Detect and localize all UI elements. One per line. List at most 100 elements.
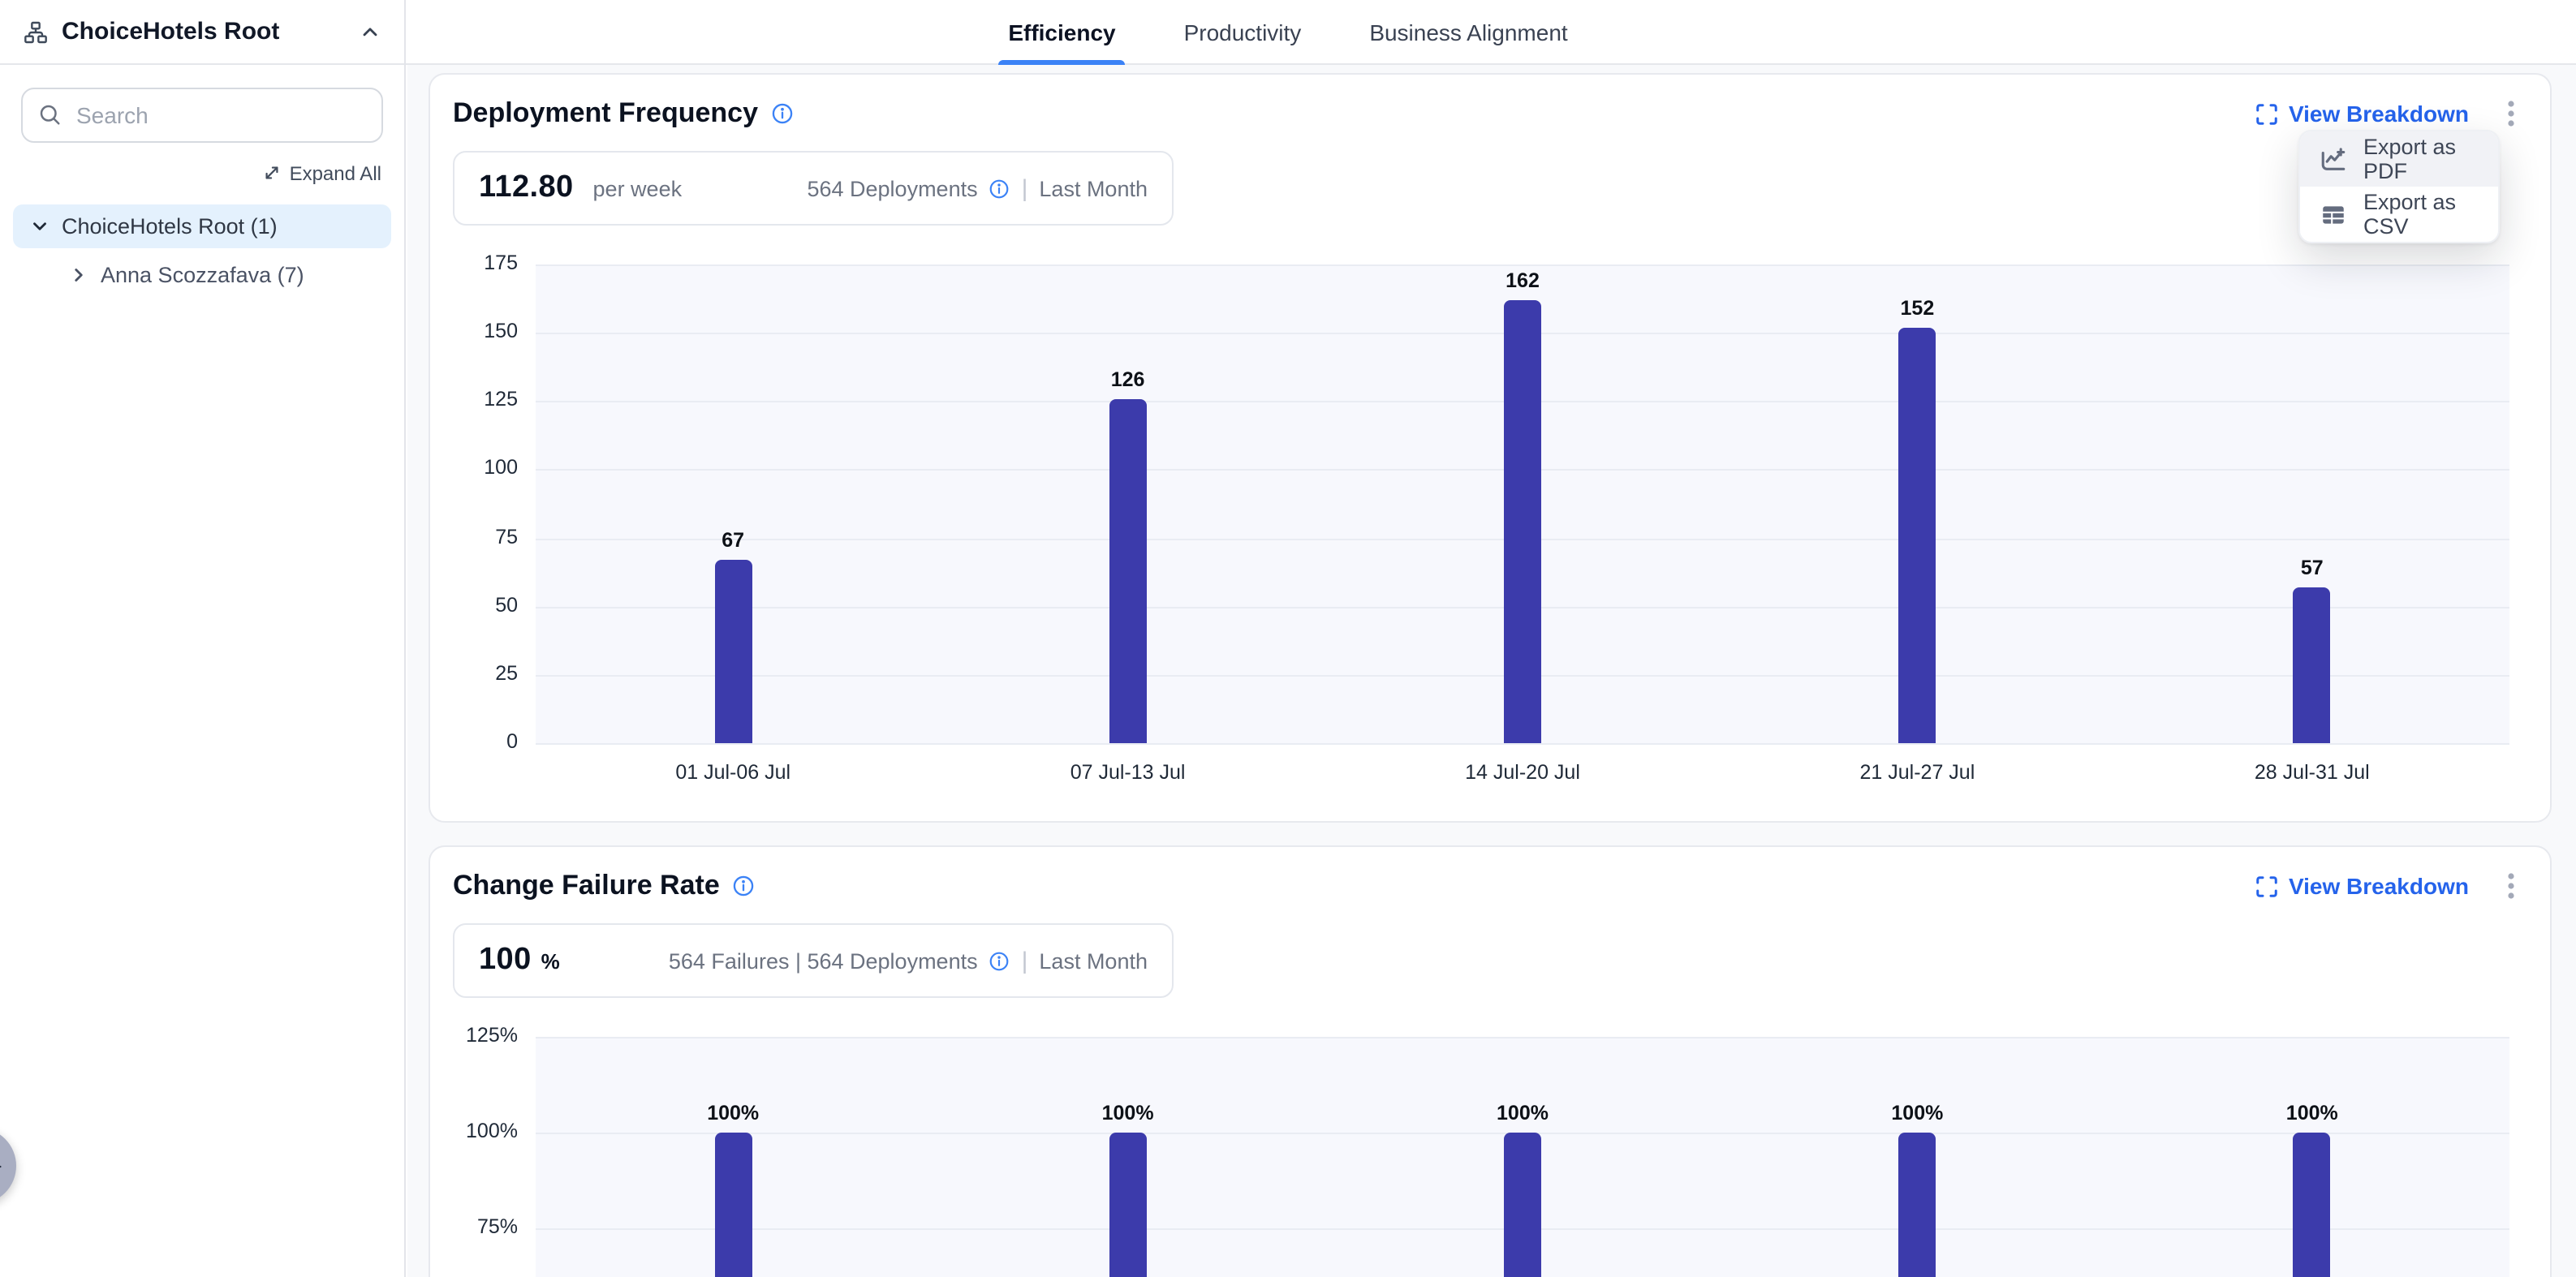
sidebar: ChoiceHotels Root Expand All <box>0 0 406 1277</box>
bar[interactable] <box>2294 587 2331 743</box>
stat-meta: 564 Failures | 564 Deployments | Last Mo… <box>669 947 1148 974</box>
y-axis-tick-label: 100% <box>466 1120 518 1142</box>
app-root: Efficiency Productivity Business Alignme… <box>0 0 2576 1277</box>
x-axis-label: 07 Jul-13 Jul <box>1070 761 1186 784</box>
x-axis: 01 Jul-06 Jul 07 Jul-13 Jul 14 Jul-20 Jul 2… <box>536 743 2509 795</box>
info-icon[interactable] <box>989 178 1010 199</box>
metric-card-deployment-frequency: Deployment Frequency <box>429 73 2552 823</box>
tab-label: Business Alignment <box>1369 19 1567 45</box>
plot-area: 6712616215257 <box>536 264 2509 743</box>
bar-value-label: 126 <box>1111 368 1145 390</box>
y-axis-tick-label: 75% <box>477 1215 518 1238</box>
y-axis-tick-label: 125% <box>466 1024 518 1047</box>
stat-meta-divider: | <box>1022 947 1028 974</box>
x-axis-label: 28 Jul-31 Jul <box>2255 761 2370 784</box>
expand-all-button[interactable]: Expand All <box>264 161 381 184</box>
kebab-menu-icon <box>2498 871 2524 901</box>
chevron-up-icon <box>359 20 381 43</box>
bar[interactable] <box>1109 1133 1147 1277</box>
tree-item-anna-scozzafava[interactable]: Anna Scozzafava (7) <box>52 253 391 297</box>
stat-meta-divider: | <box>1022 174 1028 202</box>
tab-efficiency[interactable]: Efficiency <box>998 0 1125 63</box>
chevron-right-icon[interactable] <box>68 264 89 286</box>
bar-value-label: 57 <box>2301 557 2324 579</box>
menu-item-export-pdf[interactable]: Export as PDF <box>2300 131 2498 187</box>
main-content: Deployment Frequency <box>407 65 2576 1277</box>
card-title: Change Failure Rate <box>453 870 720 902</box>
bar-value-label: 100% <box>707 1102 759 1124</box>
more-options-button[interactable] <box>2495 868 2527 904</box>
info-icon[interactable] <box>989 950 1010 971</box>
bar[interactable] <box>714 560 752 743</box>
bar[interactable] <box>1109 398 1147 743</box>
x-axis-label: 14 Jul-20 Jul <box>1465 761 1580 784</box>
info-icon[interactable] <box>733 875 756 897</box>
expand-corners-icon <box>2255 874 2279 898</box>
stat-value: 100 <box>479 943 532 978</box>
y-axis-tick-label: 125 <box>484 389 518 411</box>
org-tree: ChoiceHotels Root (1) Anna Scozzafava (7… <box>0 204 404 297</box>
stat-meta-period: Last Month <box>1039 176 1148 200</box>
card-header: Deployment Frequency <box>453 92 2527 135</box>
stat-meta-period: Last Month <box>1039 948 1148 973</box>
chevron-down-icon[interactable] <box>29 216 50 237</box>
triangle-right-icon <box>0 1156 2 1176</box>
card-actions: View Breakdown <box>2255 96 2527 131</box>
bar[interactable] <box>1504 300 1541 743</box>
expand-all-label: Expand All <box>290 161 381 184</box>
x-axis-label: 21 Jul-27 Jul <box>1860 761 1975 784</box>
view-breakdown-label: View Breakdown <box>2289 873 2469 899</box>
tab-business-alignment[interactable]: Business Alignment <box>1359 0 1577 63</box>
bar[interactable] <box>714 1133 752 1277</box>
gridline <box>536 264 2509 266</box>
tab-productivity[interactable]: Productivity <box>1174 0 1312 63</box>
stat-meta-text: 564 Failures | 564 Deployments <box>669 948 978 973</box>
bar[interactable] <box>1504 1133 1541 1277</box>
expand-corners-icon <box>2255 101 2279 126</box>
tree-item-choicehotels-root[interactable]: ChoiceHotels Root (1) <box>13 204 391 248</box>
bar-value-label: 162 <box>1506 269 1540 292</box>
stat-summary: 112.80 per week 564 Deployments | Last M… <box>453 151 1174 226</box>
info-icon[interactable] <box>771 102 794 125</box>
kebab-menu-icon <box>2498 99 2524 128</box>
stat-suffix: % <box>541 949 560 974</box>
search-box <box>21 88 383 143</box>
sidebar-collapse-button[interactable] <box>355 17 385 46</box>
y-axis-tick-label: 0 <box>506 730 518 753</box>
card-title: Deployment Frequency <box>453 97 758 130</box>
bar[interactable] <box>1898 1133 1936 1277</box>
y-axis-tick-label: 25 <box>495 662 518 685</box>
stat-meta-text: 564 Deployments <box>807 176 977 200</box>
bar[interactable] <box>2294 1133 2331 1277</box>
stat-unit: per week <box>593 177 683 201</box>
card-actions: View Breakdown <box>2255 868 2527 904</box>
tab-bar: Efficiency Productivity Business Alignme… <box>998 0 1577 63</box>
x-axis-label: 01 Jul-06 Jul <box>675 761 790 784</box>
y-axis-tick-label: 150 <box>484 320 518 342</box>
bar-value-label: 152 <box>1901 297 1935 320</box>
stat-summary: 100 % 564 Failures | 564 Deployments | L… <box>453 923 1174 998</box>
export-menu: Export as PDF Export as CSV <box>2298 130 2500 243</box>
gridline <box>536 1037 2509 1038</box>
tab-label: Efficiency <box>1008 19 1115 45</box>
more-options-button[interactable] <box>2495 96 2527 131</box>
tab-label: Productivity <box>1184 19 1302 45</box>
chart-line-plus-icon <box>2320 145 2347 173</box>
y-axis-tick-label: 100 <box>484 457 518 479</box>
expand-all-row: Expand All <box>23 161 381 190</box>
bar[interactable] <box>1898 328 1936 743</box>
menu-item-export-csv[interactable]: Export as CSV <box>2300 187 2498 242</box>
hierarchy-icon <box>23 19 49 45</box>
search-input[interactable] <box>21 88 383 143</box>
plot-area: 100%100%100%100%100% <box>536 1037 2509 1277</box>
expand-diagonal-icon <box>264 164 282 182</box>
y-axis-tick-label: 175 <box>484 252 518 274</box>
view-breakdown-link[interactable]: View Breakdown <box>2255 101 2469 127</box>
stat-meta: 564 Deployments | Last Month <box>807 174 1148 202</box>
search-icon <box>37 102 62 127</box>
change-failure-rate-bar-chart: 125%100%75%50%25%0%100%100%100%100%100%0… <box>453 1037 2527 1277</box>
view-breakdown-link[interactable]: View Breakdown <box>2255 873 2469 899</box>
y-axis: 125%100%75%50%25%0% <box>453 1037 518 1277</box>
stat-value: 112.80 <box>479 170 574 206</box>
view-breakdown-label: View Breakdown <box>2289 101 2469 127</box>
